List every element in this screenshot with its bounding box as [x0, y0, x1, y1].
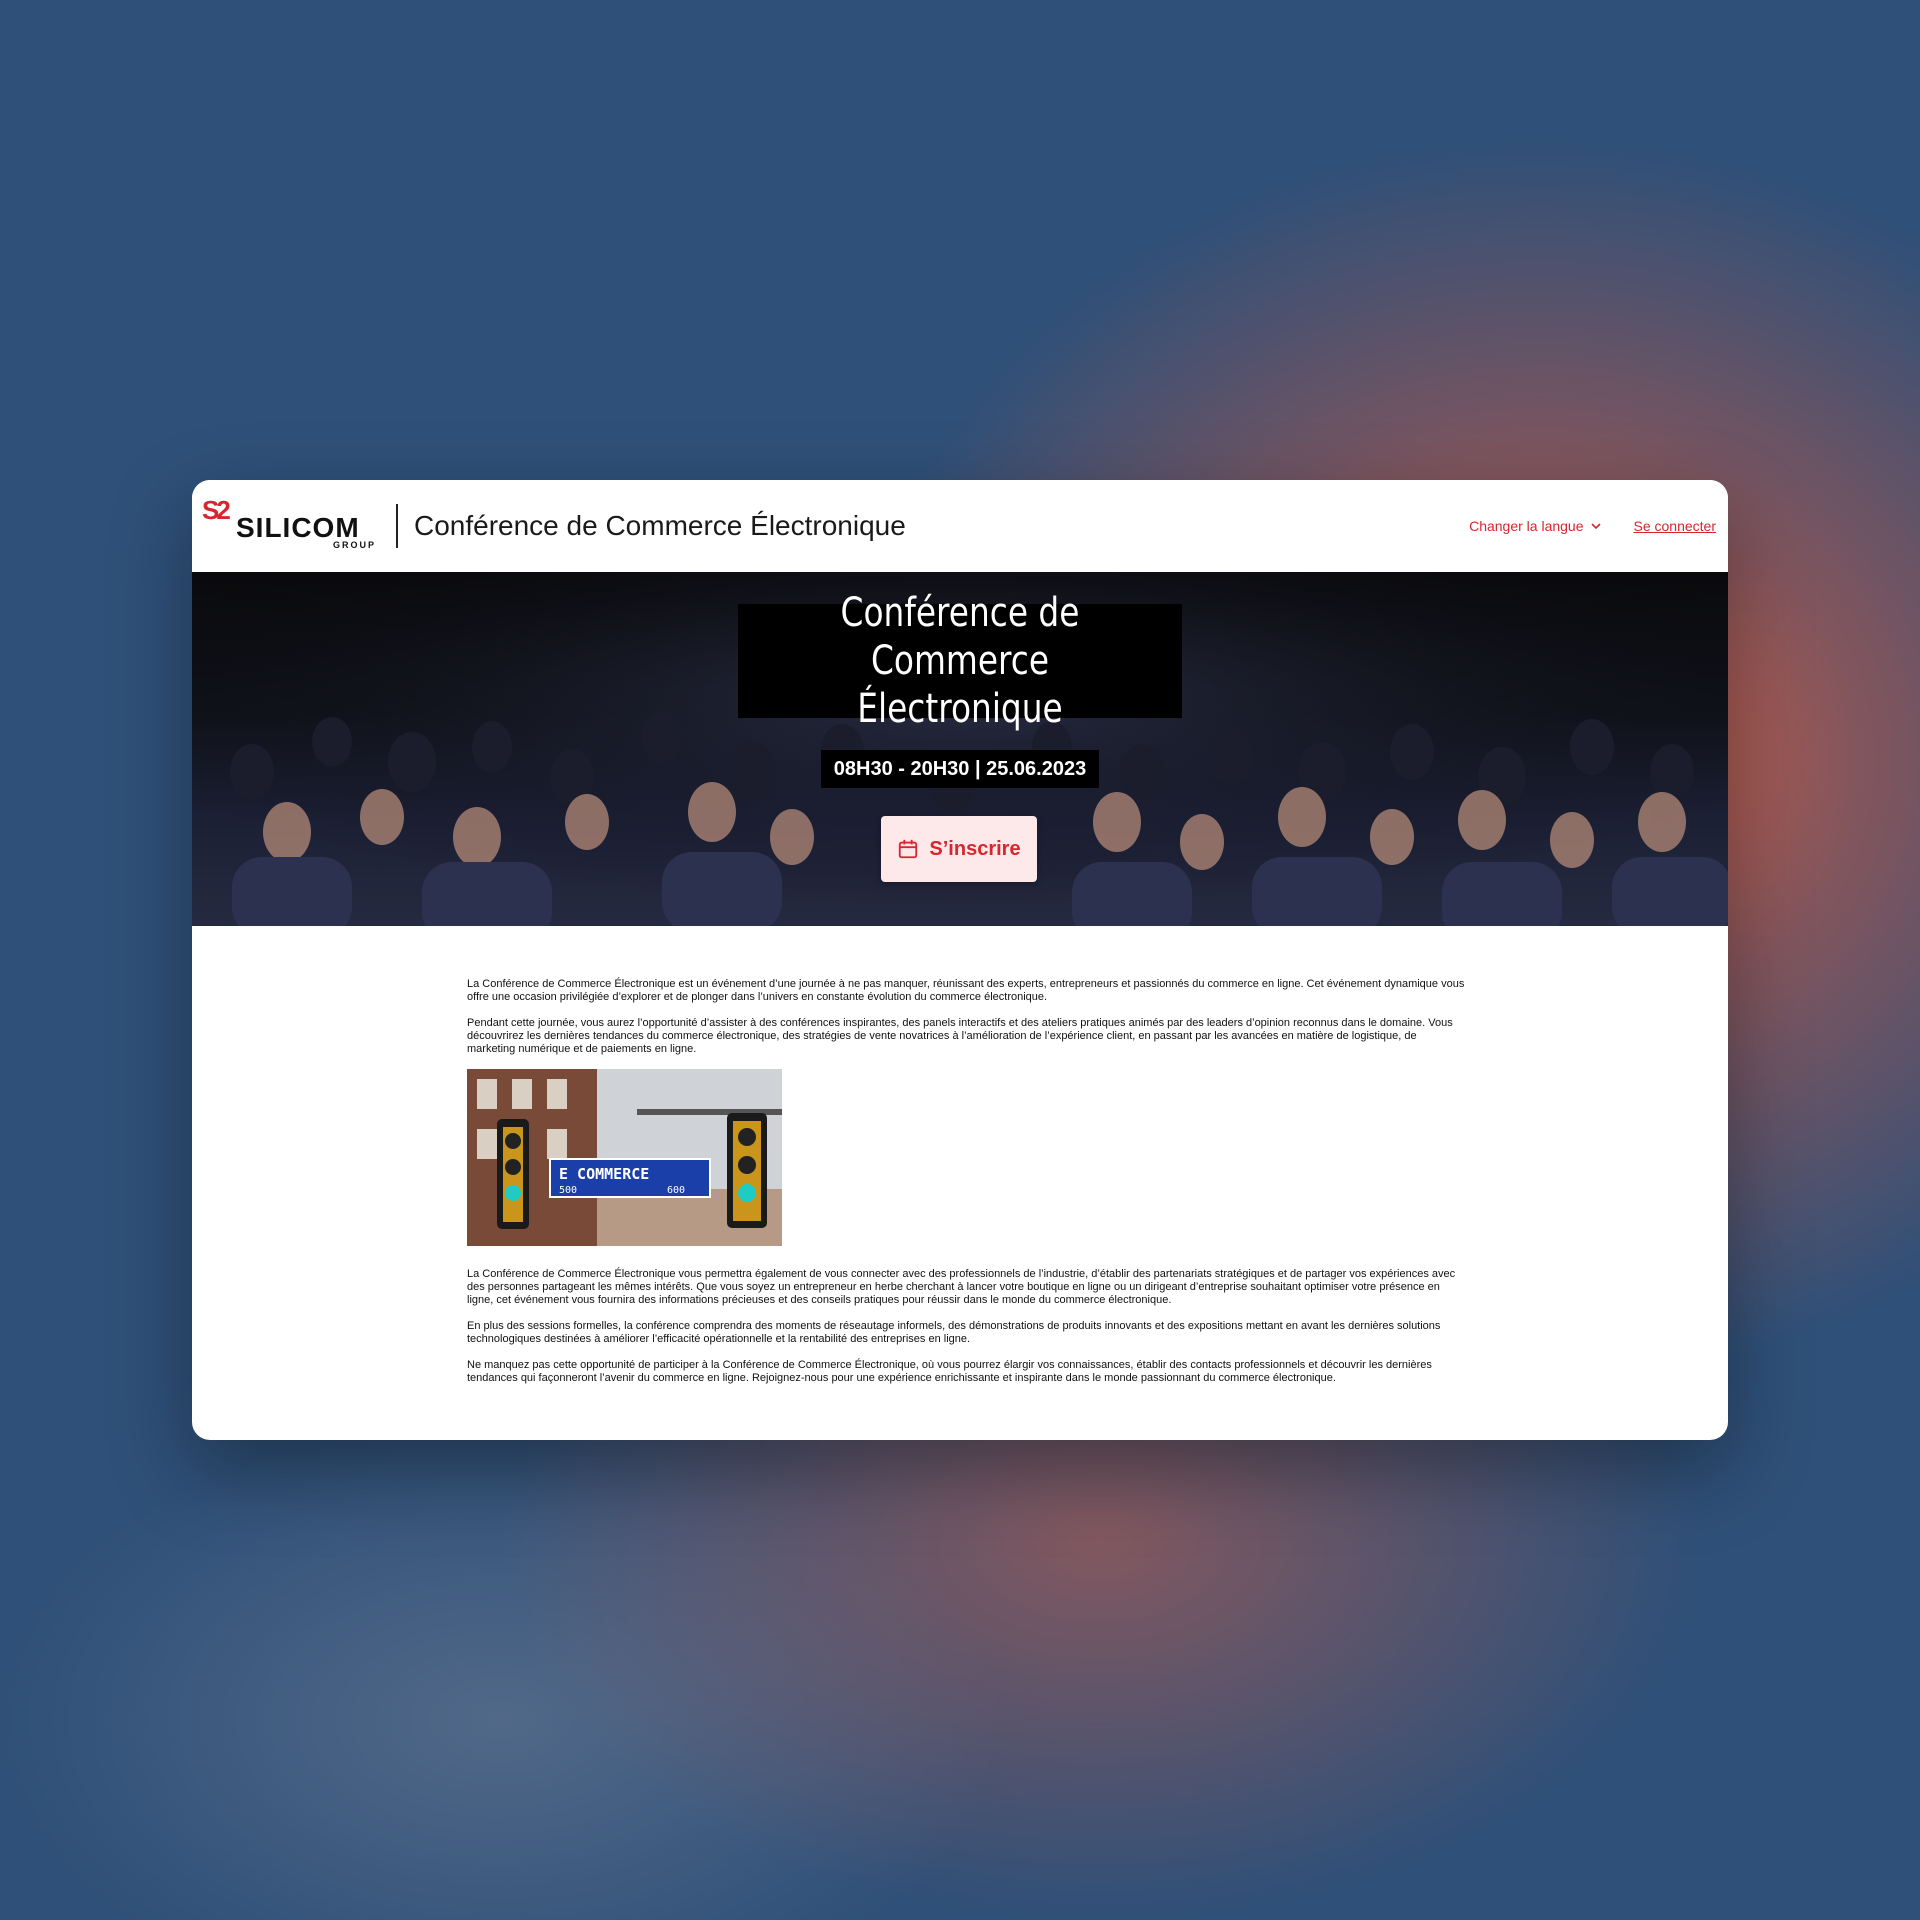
sign-text: E COMMERCE — [559, 1165, 649, 1183]
logo-mark: S2 SILICOM GROUP — [202, 495, 378, 550]
sign-left-number: 500 — [559, 1185, 577, 1196]
event-description: La Conférence de Commerce Électronique e… — [467, 978, 1467, 1398]
event-time: 08H30 - 20H30 | 25.06.2023 — [833, 757, 1087, 780]
hero-title-box: Conférence de Commerce Électronique — [738, 590, 1182, 732]
hero-title: Conférence de Commerce Électronique — [778, 589, 1142, 733]
browser-window: S2 SILICOM GROUP Conférence de Commerce … — [192, 480, 1728, 1440]
hero-banner: Conférence de Commerce Électronique 08H3… — [192, 572, 1728, 926]
description-paragraph-4: En plus des sessions formelles, la confé… — [467, 1320, 1441, 1345]
logo-group-label: GROUP — [332, 540, 376, 550]
description-paragraph-3: La Conférence de Commerce Électronique v… — [467, 1268, 1456, 1306]
calendar-icon — [899, 839, 918, 859]
logo-divider — [396, 504, 398, 548]
logo-s2-mark: S2 — [202, 495, 231, 525]
hero-title-line-1: Conférence de Commerce — [840, 590, 1080, 684]
description-paragraph-1: La Conférence de Commerce Électronique e… — [467, 978, 1465, 1003]
ecommerce-street-sign-image: E COMMERCE 500 600 — [467, 1069, 782, 1246]
street-sign-illustration: E COMMERCE 500 600 — [467, 1069, 782, 1246]
change-language-label: Changer la langue — [1469, 518, 1584, 534]
login-link[interactable]: Se connecter — [1634, 518, 1717, 534]
silicom-logo[interactable]: S2 SILICOM GROUP — [202, 496, 378, 556]
chevron-down-icon — [1590, 523, 1601, 530]
event-time-box: 08H30 - 20H30 | 25.06.2023 — [821, 750, 1099, 788]
site-title: Conférence de Commerce Électronique — [414, 510, 906, 541]
description-paragraph-5: Ne manquez pas cette opportunité de part… — [467, 1359, 1432, 1384]
hero-title-line-2: Électronique — [857, 686, 1063, 732]
register-button[interactable]: S’inscrire — [881, 816, 1037, 882]
top-navbar: S2 SILICOM GROUP Conférence de Commerce … — [192, 480, 1728, 572]
sign-right-number: 600 — [667, 1185, 685, 1196]
description-paragraph-2: Pendant cette journée, vous aurez l’oppo… — [467, 1017, 1453, 1055]
register-label: S’inscrire — [929, 837, 1021, 860]
change-language-button[interactable]: Changer la langue — [1469, 518, 1601, 534]
